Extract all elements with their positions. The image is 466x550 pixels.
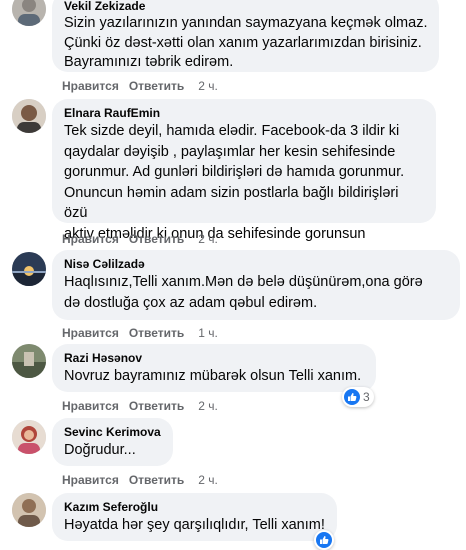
comment-timestamp[interactable]: 1 ч. bbox=[198, 325, 218, 341]
reaction-badge[interactable]: 3 bbox=[342, 387, 374, 407]
comment-text: Sizin yazılarınızın yanından saymazyana … bbox=[64, 15, 428, 70]
comment-bubble: Kazım Seferoğlu Həyatda hər şey qarşılıq… bbox=[52, 493, 337, 541]
comment-actions: Нравится Ответить 2 ч. bbox=[62, 472, 218, 488]
comment-bubble: Nisə Cəlilzadə Haqlısınız,Telli xanım.Mə… bbox=[52, 250, 460, 320]
comment-timestamp[interactable]: 2 ч. bbox=[198, 398, 218, 414]
avatar[interactable] bbox=[12, 493, 46, 527]
thumbs-up-icon bbox=[316, 532, 332, 548]
avatar[interactable] bbox=[12, 252, 46, 286]
like-button[interactable]: Нравится bbox=[62, 78, 119, 94]
reply-button[interactable]: Ответить bbox=[129, 231, 184, 247]
comment-actions: Нравится Ответить 2 ч. bbox=[62, 78, 218, 94]
comment-bubble: Vekil Zekizade Sizin yazılarınızın yanın… bbox=[52, 0, 440, 72]
reaction-badge[interactable] bbox=[314, 530, 334, 550]
comment-actions: Нравится Ответить 2 ч. bbox=[62, 231, 218, 247]
comment-author[interactable]: Sevinc Kerimova bbox=[64, 424, 161, 440]
comment-bubble: Razi Həsənov Novruz bayramınız mübarək o… bbox=[52, 344, 376, 392]
comment-author[interactable]: Elnara RaufEmin bbox=[64, 105, 424, 121]
avatar[interactable] bbox=[12, 99, 46, 133]
like-button[interactable]: Нравится bbox=[62, 398, 119, 414]
comment-author[interactable]: Razi Həsənov bbox=[64, 350, 364, 366]
like-button[interactable]: Нравится bbox=[62, 325, 119, 341]
comment-timestamp[interactable]: 2 ч. bbox=[198, 472, 218, 488]
comment-bubble: Elnara RaufEmin Tek sizde deyil, hamıda … bbox=[52, 99, 436, 242]
reply-button[interactable]: Ответить bbox=[129, 325, 184, 341]
avatar[interactable] bbox=[12, 0, 46, 26]
reaction-count: 3 bbox=[363, 390, 370, 404]
avatar[interactable] bbox=[12, 420, 46, 454]
comment-text: Novruz bayramınız mübarək olsun Telli xa… bbox=[64, 368, 362, 384]
comment-author[interactable]: Nisə Cəlilzadə bbox=[64, 256, 448, 272]
comment-text: Tek sizde deyil, hamıda elədir. Facebook… bbox=[64, 123, 405, 242]
comment-text: Haqlısınız,Telli xanım.Mən də belə düşün… bbox=[64, 274, 423, 311]
comment-bubble: Sevinc Kerimova Doğrudur... bbox=[52, 418, 173, 466]
comment-actions: Нравится Ответить 1 ч. bbox=[62, 325, 218, 341]
comment-text: Doğrudur... bbox=[64, 442, 136, 458]
comment-author[interactable]: Kazım Seferoğlu bbox=[64, 499, 325, 515]
thumbs-up-icon bbox=[344, 389, 360, 405]
comment-timestamp[interactable]: 2 ч. bbox=[198, 231, 218, 247]
comment-text: Həyatda hər şey qarşılıqlıdır, Telli xan… bbox=[64, 517, 325, 533]
reply-button[interactable]: Ответить bbox=[129, 78, 184, 94]
reply-button[interactable]: Ответить bbox=[129, 398, 184, 414]
like-button[interactable]: Нравится bbox=[62, 472, 119, 488]
comment-timestamp[interactable]: 2 ч. bbox=[198, 78, 218, 94]
avatar[interactable] bbox=[12, 344, 46, 378]
like-button[interactable]: Нравится bbox=[62, 231, 119, 247]
comment-author[interactable]: Vekil Zekizade bbox=[64, 0, 427, 14]
reply-button[interactable]: Ответить bbox=[129, 472, 184, 488]
comment-actions: Нравится Ответить 2 ч. bbox=[62, 398, 218, 414]
